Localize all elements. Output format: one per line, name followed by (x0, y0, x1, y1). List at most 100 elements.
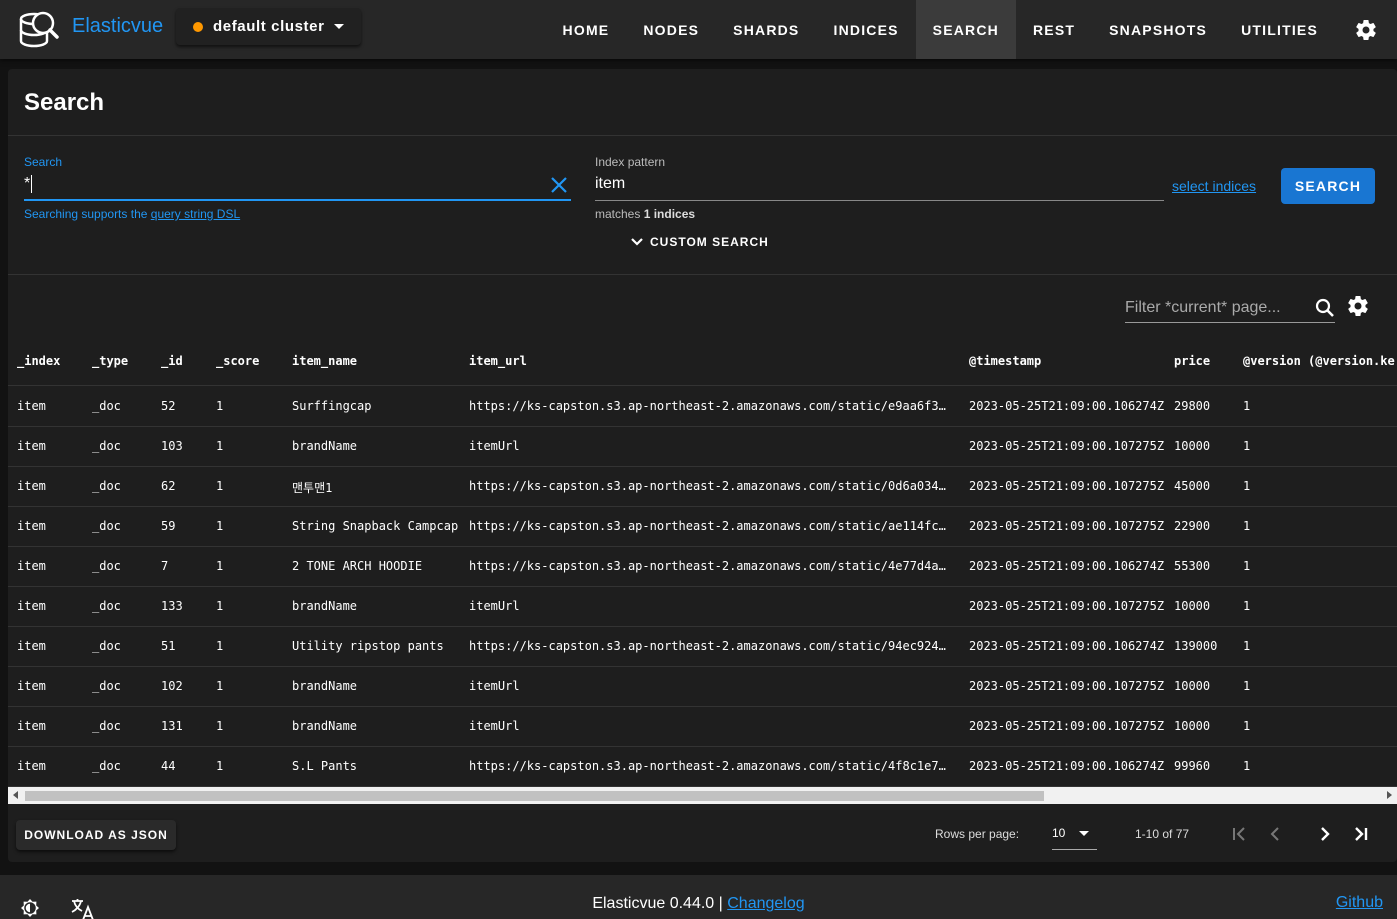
cell-score: 1 (216, 679, 224, 693)
cell-item-url: itemUrl (469, 719, 520, 733)
cell-timestamp: 2023-05-25T21:09:00.107275Z (969, 719, 1165, 733)
filter-page-input[interactable]: Filter *current* page... (1125, 293, 1335, 323)
chevron-down-icon (631, 238, 643, 246)
cell-price: 10000 (1174, 599, 1211, 613)
column-header-score[interactable]: _score (216, 354, 259, 368)
first-page-icon[interactable] (1227, 822, 1251, 846)
column-header-version[interactable]: @version (@version.ke (1243, 354, 1395, 368)
column-header-price[interactable]: price (1174, 354, 1210, 368)
nav-utilities[interactable]: UTILITIES (1224, 0, 1335, 59)
cell-version: 1 (1243, 559, 1251, 573)
cell-type: _doc (92, 599, 121, 613)
last-page-icon[interactable] (1349, 822, 1373, 846)
cell-index: item (17, 599, 46, 613)
cluster-name: default cluster (213, 18, 325, 35)
scroll-right-arrow-icon[interactable] (1387, 791, 1392, 799)
query-string-dsl-link[interactable]: query string DSL (151, 207, 240, 221)
index-pattern-input[interactable]: item (595, 173, 1164, 201)
cell-id: 7 (161, 559, 169, 573)
cell-timestamp: 2023-05-25T21:09:00.106274Z (969, 759, 1165, 773)
table-row[interactable]: item _doc 131 1 brandName itemUrl 2023-05-25T2… (8, 707, 1397, 747)
cell-price: 55300 (1174, 559, 1211, 573)
column-header-item-name[interactable]: item_name (292, 354, 357, 368)
pagination-range: 1-10 of 77 (1135, 827, 1190, 841)
scroll-left-arrow-icon[interactable] (13, 791, 18, 799)
main-nav: HOME NODES SHARDS INDICES SEARCH REST SN… (546, 0, 1397, 59)
table-row[interactable]: item _doc 52 1 Surffingcap https://ks-capston… (8, 387, 1397, 427)
table-row[interactable]: item _doc 133 1 brandName itemUrl 2023-05-25T2… (8, 587, 1397, 627)
cell-id: 51 (161, 639, 176, 653)
search-input[interactable]: * (24, 173, 571, 201)
cell-id: 102 (161, 679, 183, 693)
cell-item-url: https://ks-capston.s3.ap-northeast-2.ama… (469, 519, 951, 533)
app-version: Elasticvue 0.44.0 | Changelog (0, 895, 1397, 913)
rows-per-page-select[interactable]: 10 (1052, 819, 1097, 850)
table-row[interactable]: item _doc 103 1 brandName itemUrl 2023-05-25T2… (8, 427, 1397, 467)
index-pattern-label: Index pattern (595, 155, 666, 169)
nav-search[interactable]: SEARCH (915, 0, 1016, 59)
github-link[interactable]: Github (1336, 894, 1383, 912)
cell-type: _doc (92, 559, 121, 573)
next-page-icon[interactable] (1313, 822, 1337, 846)
column-header-id[interactable]: _id (161, 354, 183, 368)
cell-price: 29800 (1174, 399, 1211, 413)
nav-indices[interactable]: INDICES (816, 0, 915, 59)
cell-type: _doc (92, 639, 121, 653)
cell-item-url: https://ks-capston.s3.ap-northeast-2.ama… (469, 399, 951, 413)
table-row[interactable]: item _doc 51 1 Utility ripstop pants https://… (8, 627, 1397, 667)
cell-item-name: S.L Pants (292, 759, 358, 773)
page-title: Search (24, 89, 105, 116)
app-title[interactable]: Elasticvue (72, 15, 163, 38)
changelog-link[interactable]: Changelog (727, 895, 804, 912)
table-row[interactable]: item _doc 7 1 2 TONE ARCH HOODIE https://ks-c… (8, 547, 1397, 587)
table-row[interactable]: item _doc 62 1 맨투맨1 https://ks-capston.s3.ap-… (8, 467, 1397, 507)
cell-type: _doc (92, 759, 121, 773)
cell-item-name: brandName (292, 599, 358, 613)
index-matches-text: matches 1 indices (595, 207, 695, 221)
cell-index: item (17, 639, 46, 653)
cell-type: _doc (92, 479, 121, 493)
cell-id: 131 (161, 719, 183, 733)
clear-icon[interactable] (549, 175, 569, 195)
search-button[interactable]: SEARCH (1281, 168, 1375, 204)
table-row[interactable]: item _doc 102 1 brandName itemUrl 2023-05-25T2… (8, 667, 1397, 707)
cell-score: 1 (216, 479, 224, 493)
column-header-index[interactable]: _index (17, 354, 60, 368)
version-text: Elasticvue 0.44.0 (592, 895, 715, 912)
settings-button[interactable] (1335, 0, 1397, 59)
table-row[interactable]: item _doc 44 1 S.L Pants https://ks-capston.s… (8, 747, 1397, 787)
cell-version: 1 (1243, 719, 1251, 733)
cell-timestamp: 2023-05-25T21:09:00.107275Z (969, 519, 1165, 533)
search-field-label: Search (24, 155, 63, 169)
nav-home[interactable]: HOME (546, 0, 627, 59)
column-header-type[interactable]: _type (92, 354, 128, 368)
rows-per-page-value: 10 (1052, 826, 1066, 840)
cell-type: _doc (92, 679, 121, 693)
nav-shards[interactable]: SHARDS (716, 0, 816, 59)
cell-index: item (17, 559, 46, 573)
nav-rest[interactable]: REST (1016, 0, 1092, 59)
cell-item-url: https://ks-capston.s3.ap-northeast-2.ama… (469, 639, 951, 653)
nav-snapshots[interactable]: SNAPSHOTS (1092, 0, 1224, 59)
table-settings-gear-icon[interactable] (1346, 294, 1370, 318)
cell-version: 1 (1243, 639, 1251, 653)
prev-page-icon[interactable] (1263, 822, 1287, 846)
cluster-selector[interactable]: default cluster (176, 8, 361, 45)
cell-id: 133 (161, 599, 183, 613)
cell-version: 1 (1243, 479, 1251, 493)
nav-nodes[interactable]: NODES (626, 0, 716, 59)
footer-separator: | (718, 895, 723, 912)
column-header-timestamp[interactable]: @timestamp (969, 354, 1041, 368)
cell-item-name: brandName (292, 719, 358, 733)
table-row[interactable]: item _doc 59 1 String Snapback Campcap https:… (8, 507, 1397, 547)
custom-search-toggle[interactable]: CUSTOM SEARCH (630, 235, 769, 249)
select-indices-link[interactable]: select indices (1172, 178, 1256, 194)
horizontal-scrollbar[interactable] (8, 787, 1397, 804)
scrollbar-thumb[interactable] (25, 791, 1044, 801)
cell-id: 103 (161, 439, 183, 453)
cell-item-name: 2 TONE ARCH HOODIE (292, 559, 423, 573)
cell-item-url: https://ks-capston.s3.ap-northeast-2.ama… (469, 559, 951, 573)
column-header-item-url[interactable]: item_url (469, 354, 527, 368)
download-json-button[interactable]: DOWNLOAD AS JSON (16, 820, 176, 850)
cell-score: 1 (216, 559, 224, 573)
